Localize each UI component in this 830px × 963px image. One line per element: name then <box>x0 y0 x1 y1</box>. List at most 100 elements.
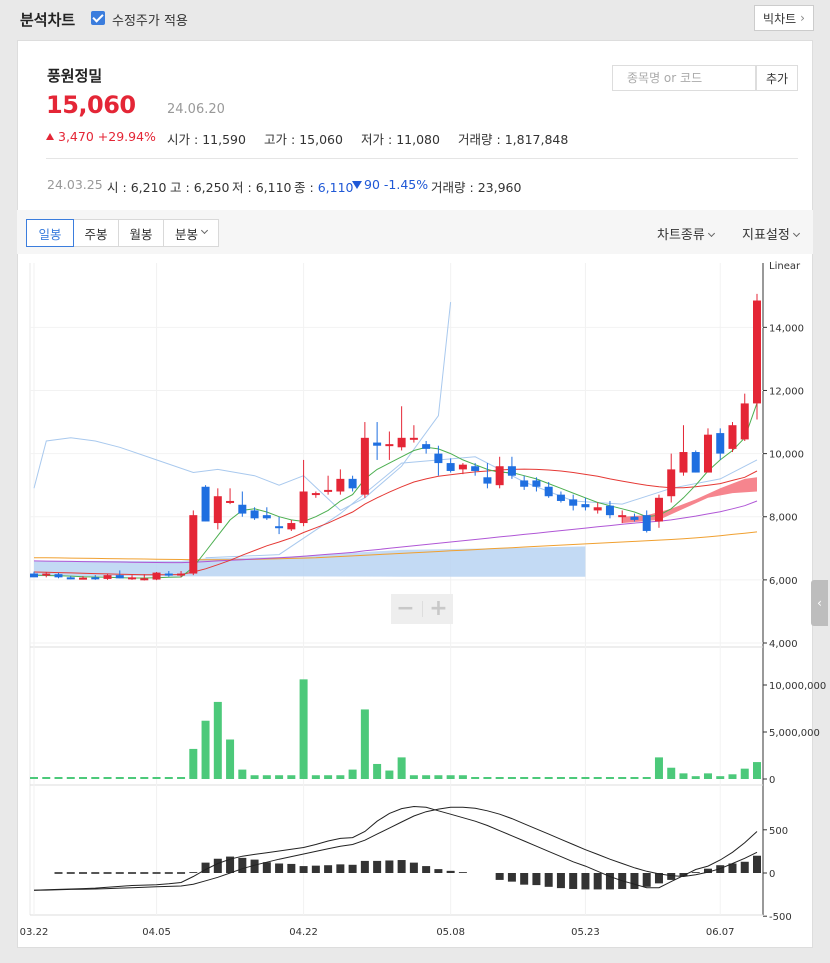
volume-bar <box>691 776 700 779</box>
price-tick-label: 6,000 <box>769 576 798 587</box>
volume-bar <box>66 777 75 779</box>
candle-body <box>667 469 676 497</box>
candle-body <box>507 466 516 476</box>
candle-body <box>605 505 614 516</box>
volume-bar <box>54 777 63 779</box>
volume-bar <box>287 775 296 779</box>
candle-body <box>66 577 75 580</box>
candle-body <box>593 507 602 511</box>
candle-body <box>471 466 480 471</box>
candle-body <box>618 515 627 518</box>
macd-histogram-bar <box>348 864 357 873</box>
candle-body <box>422 444 431 449</box>
x-tick-label: 05.08 <box>436 927 465 938</box>
volume-bar <box>177 777 186 779</box>
volume-bar <box>728 774 737 779</box>
macd-histogram-bar <box>581 873 590 890</box>
macd-histogram-bar <box>311 865 320 873</box>
candle-body <box>311 493 320 496</box>
candle-body <box>434 453 443 464</box>
volume-bar <box>740 768 749 779</box>
volume-bar <box>667 767 676 779</box>
chevron-left-icon: ‹ <box>817 596 822 610</box>
volume-bar <box>360 709 369 779</box>
macd-histogram-bar <box>642 873 651 887</box>
volume-bar <box>91 777 100 779</box>
macd-histogram-bar <box>275 863 284 873</box>
volume-bar <box>30 777 38 779</box>
candle-body <box>348 478 357 489</box>
volume-bar <box>446 775 455 779</box>
candle-body <box>177 573 186 576</box>
volume-bar <box>605 777 614 779</box>
macd-histogram-bar <box>373 860 382 873</box>
macd-histogram-bar <box>397 860 406 873</box>
macd-histogram-bar <box>667 873 676 880</box>
zoom-in-button[interactable]: + <box>425 595 453 623</box>
candle-body <box>373 442 382 446</box>
macd-histogram-bar <box>446 870 455 873</box>
macd-tick-label: 0 <box>769 869 775 880</box>
volume-bar <box>213 701 222 779</box>
candle-body <box>569 499 578 506</box>
volume-bar <box>532 777 541 779</box>
candle-body <box>262 515 271 519</box>
candle-body <box>91 577 100 580</box>
tab-daily[interactable]: 일봉 <box>26 219 74 247</box>
candle-body <box>483 477 492 484</box>
volume-bar <box>324 775 333 779</box>
side-panel-toggle[interactable]: ‹ <box>811 580 828 626</box>
candle-body <box>544 486 553 497</box>
candle-body <box>128 577 137 580</box>
candle-body <box>115 575 124 579</box>
volume-tick-label: 0 <box>769 775 775 786</box>
candle-body <box>679 452 688 473</box>
volume-bar <box>201 720 210 779</box>
macd-histogram-bar <box>336 864 345 873</box>
volume-bar <box>336 775 345 779</box>
candle-body <box>324 489 333 492</box>
candle-body <box>495 466 504 486</box>
volume-bar <box>250 775 259 779</box>
volume-bar <box>593 777 602 779</box>
candle-body <box>654 497 663 522</box>
volume-bar <box>140 777 149 779</box>
macd-histogram-bar <box>299 866 308 873</box>
price-tick-label: 4,000 <box>769 639 798 650</box>
x-tick-label: 06.07 <box>706 927 735 938</box>
price-tick-label: 14,000 <box>769 323 804 334</box>
macd-histogram-bar <box>569 873 578 889</box>
zoom-out-button[interactable]: − <box>392 595 420 623</box>
macd-histogram-bar <box>409 862 418 873</box>
volume-bar <box>753 762 761 779</box>
volume-bar <box>569 777 578 779</box>
macd-histogram-bar <box>360 860 369 873</box>
volume-bar <box>630 777 639 779</box>
macd-tick-label: 500 <box>769 826 788 837</box>
candle-body <box>446 463 455 471</box>
volume-bar <box>422 775 431 779</box>
candle-body <box>716 433 725 454</box>
candle-body <box>458 464 467 470</box>
volume-bar <box>471 777 480 779</box>
macd-histogram-bar <box>189 872 198 873</box>
macd-histogram-bar <box>434 869 443 873</box>
x-tick-label: 03.22 <box>20 927 49 938</box>
volume-bar <box>299 679 308 779</box>
candle-body <box>140 578 149 581</box>
x-tick-label: 04.22 <box>289 927 318 938</box>
candle-body <box>287 523 296 530</box>
volume-bar <box>115 777 124 779</box>
lagging-span-line <box>33 302 452 512</box>
volume-bar <box>262 775 271 779</box>
macd-histogram-bar <box>740 861 749 873</box>
volume-bar <box>373 763 382 779</box>
volume-bar <box>618 777 627 779</box>
stock-chart[interactable]: 03.22 04.05 04.22 05.08 05.23 06.07 Linear 14,0… <box>0 0 830 963</box>
volume-bar <box>679 773 688 779</box>
candle-body <box>520 480 529 487</box>
candle-body <box>201 486 210 522</box>
x-tick-label: 04.05 <box>142 927 171 938</box>
candle-body <box>740 403 749 440</box>
macd-histogram-bar <box>556 873 565 889</box>
